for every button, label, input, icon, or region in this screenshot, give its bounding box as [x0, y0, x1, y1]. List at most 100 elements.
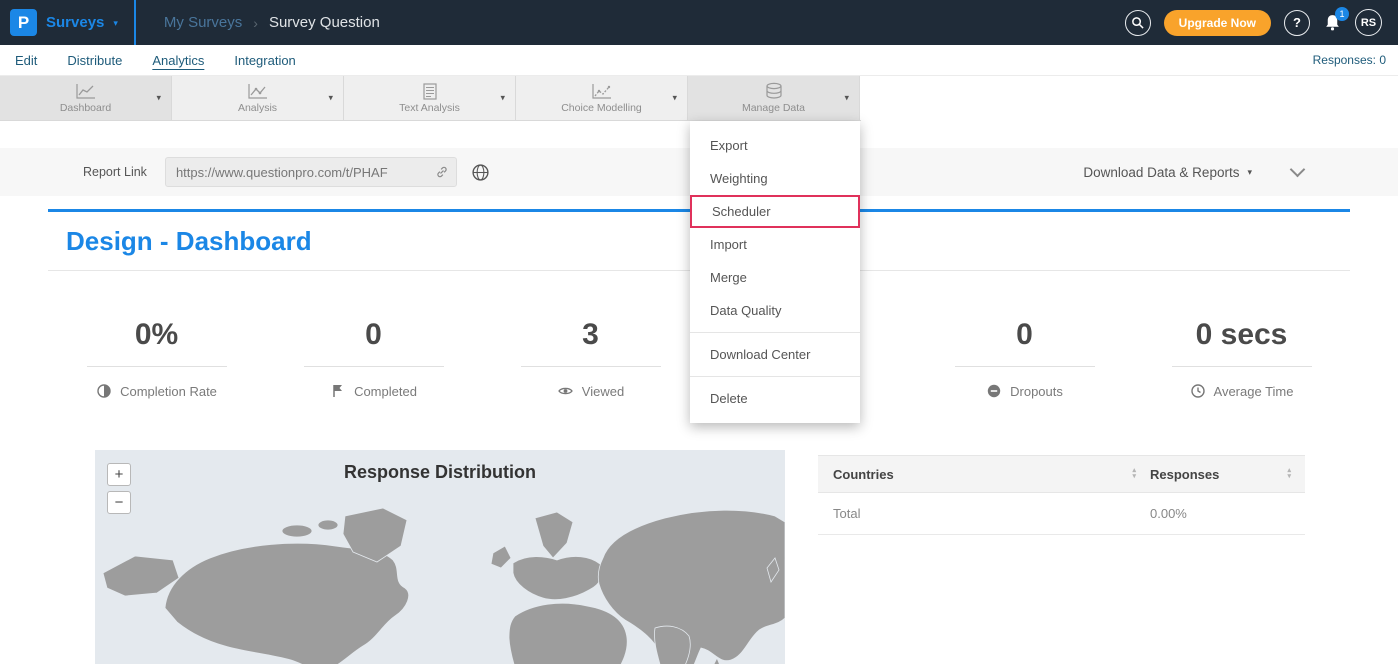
- nav-item-analytics[interactable]: Analytics: [152, 53, 204, 68]
- topbar: P Surveys ▾ My Surveys › Survey Question…: [0, 0, 1398, 45]
- stat-value: 0 secs: [1172, 318, 1312, 367]
- countries-table-header: Countries ▴▾ Responses ▴▾: [818, 455, 1305, 493]
- stat-dropouts: 0 Dropouts: [916, 272, 1133, 430]
- chevron-down-icon: ▾: [113, 18, 118, 29]
- menu-item-delete[interactable]: Delete: [690, 382, 860, 415]
- report-url-wrap: [165, 157, 457, 187]
- sort-icon[interactable]: ▴▾: [1132, 468, 1136, 480]
- breadcrumb-current: Survey Question: [269, 14, 380, 31]
- app-window: P Surveys ▾ My Surveys › Survey Question…: [0, 0, 1398, 664]
- eye-icon: [557, 383, 574, 399]
- report-link-label: Report Link: [83, 165, 147, 179]
- tab-analysis[interactable]: Analysis ▾: [172, 76, 344, 120]
- nav-item-distribute[interactable]: Distribute: [67, 53, 122, 68]
- sort-icon[interactable]: ▴▾: [1287, 468, 1291, 480]
- tab-label: Analysis: [238, 102, 277, 114]
- nav-item-integration[interactable]: Integration: [234, 53, 295, 68]
- choice-chart-icon: [591, 83, 613, 100]
- tab-label: Manage Data: [742, 102, 805, 114]
- link-icon[interactable]: [435, 165, 449, 179]
- responses-counter[interactable]: Responses: 0: [1313, 53, 1398, 67]
- stat-average-time: 0 secs Average Time: [1133, 272, 1350, 430]
- stat-value: 3: [521, 318, 661, 367]
- help-button[interactable]: ?: [1284, 10, 1310, 36]
- response-distribution-map[interactable]: Response Distribution + −: [95, 450, 785, 664]
- upgrade-now-button[interactable]: Upgrade Now: [1164, 10, 1271, 36]
- column-header-label: Countries: [833, 467, 894, 482]
- report-url-input[interactable]: [165, 157, 457, 187]
- tab-label: Choice Modelling: [561, 102, 642, 114]
- question-mark-icon: ?: [1293, 15, 1301, 30]
- stat-label-text: Completion Rate: [120, 384, 217, 399]
- chevron-down-icon: ▾: [156, 93, 161, 104]
- breadcrumb-my-surveys[interactable]: My Surveys: [164, 14, 242, 31]
- chevron-down-icon: ▾: [672, 93, 677, 104]
- page-title: Design - Dashboard: [66, 226, 312, 257]
- stat-completion-rate: 0% Completion Rate: [48, 272, 265, 430]
- download-data-reports-dropdown[interactable]: Download Data & Reports ▾: [1083, 165, 1252, 180]
- search-icon: [1131, 16, 1144, 29]
- topbar-actions: Upgrade Now ? 1 RS: [1125, 9, 1398, 36]
- chevron-down-icon: ▾: [1247, 167, 1252, 178]
- countries-table: Countries ▴▾ Responses ▴▾ Total 0.00%: [818, 455, 1305, 535]
- search-button[interactable]: [1125, 10, 1151, 36]
- menu-divider: [690, 376, 860, 377]
- chevron-down-icon: ▾: [844, 93, 849, 104]
- stat-value: 0: [304, 318, 444, 367]
- contrast-icon: [96, 383, 112, 399]
- product-switcher[interactable]: P Surveys ▾: [0, 0, 136, 45]
- questionpro-logo: P: [10, 9, 37, 36]
- stat-label-text: Completed: [354, 384, 417, 399]
- avatar[interactable]: RS: [1355, 9, 1382, 36]
- column-header-label: Responses: [1150, 467, 1219, 482]
- breadcrumb-separator-icon: ›: [253, 15, 258, 31]
- menu-item-weighting[interactable]: Weighting: [690, 162, 860, 195]
- chevron-down-icon: ▾: [328, 93, 333, 104]
- database-icon: [763, 82, 785, 100]
- manage-data-menu: Export Weighting Scheduler Import Merge …: [690, 121, 860, 423]
- stat-value: 0%: [87, 318, 227, 367]
- menu-item-download-center[interactable]: Download Center: [690, 338, 860, 371]
- table-cell-responses: 0.00%: [1150, 506, 1305, 521]
- world-map: [95, 498, 785, 664]
- table-row: Total 0.00%: [818, 493, 1305, 535]
- tab-text-analysis[interactable]: Text Analysis ▾: [344, 76, 516, 120]
- menu-divider: [690, 332, 860, 333]
- tab-choice-modelling[interactable]: Choice Modelling ▾: [516, 76, 688, 120]
- tab-manage-data[interactable]: Manage Data ▾: [688, 76, 860, 120]
- column-header-countries[interactable]: Countries ▴▾: [818, 467, 1150, 482]
- stat-label-text: Dropouts: [1010, 384, 1063, 399]
- notifications-button[interactable]: 1: [1323, 13, 1342, 32]
- stat-viewed: 3 Viewed: [482, 272, 699, 430]
- menu-item-merge[interactable]: Merge: [690, 261, 860, 294]
- notification-badge: 1: [1335, 7, 1349, 21]
- download-data-reports-label: Download Data & Reports: [1083, 165, 1239, 180]
- menu-item-export[interactable]: Export: [690, 129, 860, 162]
- tab-label: Text Analysis: [399, 102, 460, 114]
- zoom-in-button[interactable]: +: [107, 463, 131, 486]
- map-title: Response Distribution: [95, 450, 785, 483]
- stat-label-text: Average Time: [1214, 384, 1294, 399]
- menu-item-data-quality[interactable]: Data Quality: [690, 294, 860, 327]
- column-header-responses[interactable]: Responses ▴▾: [1150, 467, 1305, 482]
- globe-icon[interactable]: [471, 163, 490, 182]
- collapse-panel-chevron[interactable]: [1290, 162, 1306, 178]
- analytics-ribbon: Dashboard ▾ Analysis ▾ Text Analysis ▾ C…: [0, 76, 861, 121]
- chevron-down-icon: ▾: [500, 93, 505, 104]
- breadcrumb: My Surveys › Survey Question: [164, 14, 380, 31]
- menu-item-scheduler[interactable]: Scheduler: [690, 195, 860, 228]
- tab-dashboard[interactable]: Dashboard ▾: [0, 76, 172, 120]
- product-label: Surveys: [46, 14, 104, 31]
- clock-icon: [1190, 383, 1206, 399]
- minus-circle-icon: [986, 383, 1002, 399]
- line-chart-icon: [75, 83, 97, 100]
- stat-completed: 0 Completed: [265, 272, 482, 430]
- menu-item-import[interactable]: Import: [690, 228, 860, 261]
- analysis-chart-icon: [247, 83, 269, 100]
- stat-value: 0: [955, 318, 1095, 367]
- section-nav: Edit Distribute Analytics Integration Re…: [0, 45, 1398, 76]
- flag-icon: [330, 383, 346, 399]
- stat-label-text: Viewed: [582, 384, 624, 399]
- table-cell-country: Total: [818, 506, 1150, 521]
- nav-item-edit[interactable]: Edit: [15, 53, 37, 68]
